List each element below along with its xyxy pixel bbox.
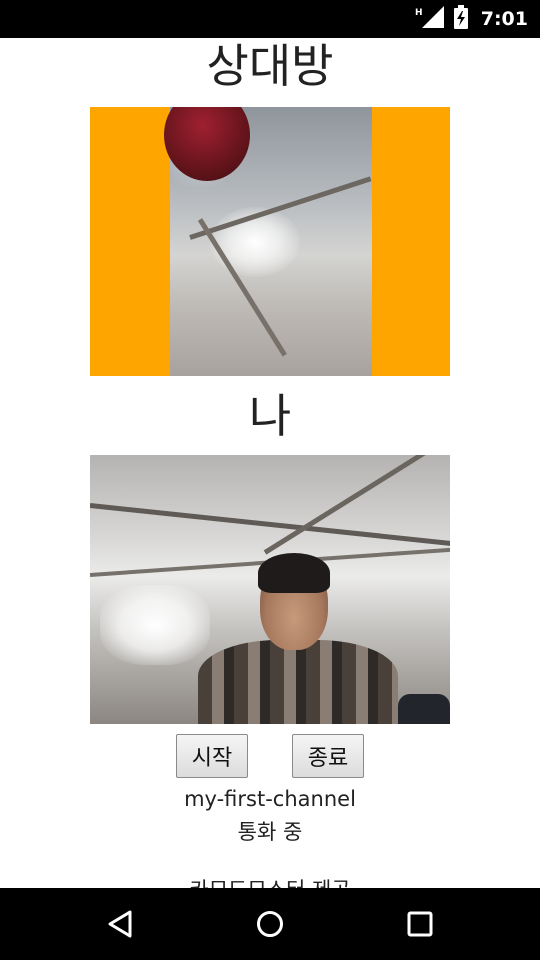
- local-feed-light: [100, 585, 210, 665]
- signal-icon: H: [415, 6, 445, 32]
- navigation-bar: [0, 888, 540, 960]
- app-content: 상대방 나 시작 종료 my-first-channel 통화 중: [0, 38, 540, 888]
- status-time: 7:01: [480, 8, 528, 30]
- status-bar: H 7:01: [0, 0, 540, 38]
- channel-name: my-first-channel: [184, 787, 356, 811]
- remote-video-feed: [164, 107, 372, 376]
- remote-video: [90, 107, 450, 376]
- recents-icon[interactable]: [399, 904, 441, 944]
- local-title: 나: [248, 389, 292, 443]
- local-feed-chair: [398, 694, 450, 724]
- remote-title: 상대방: [206, 39, 334, 93]
- battery-charging-icon: [453, 5, 469, 33]
- footer-text: 카모드모스터 제공: [0, 876, 540, 888]
- call-controls: 시작 종료: [0, 734, 540, 778]
- home-icon[interactable]: [249, 904, 291, 944]
- network-h-label: H: [415, 8, 423, 18]
- call-status: 통화 중: [237, 820, 303, 844]
- local-feed-ceiling-line: [90, 503, 450, 552]
- screen: H 7:01 상대방 나 시작 종료 my-first-channel 통화 중: [0, 0, 540, 960]
- remote-feed-object: [164, 107, 250, 181]
- local-feed-person-body: [198, 640, 398, 724]
- start-button[interactable]: 시작: [176, 734, 248, 778]
- back-icon[interactable]: [99, 904, 141, 944]
- end-button[interactable]: 종료: [292, 734, 364, 778]
- status-icons: H 7:01: [415, 0, 528, 38]
- local-feed-person-hair: [258, 553, 330, 593]
- local-video: [90, 455, 450, 724]
